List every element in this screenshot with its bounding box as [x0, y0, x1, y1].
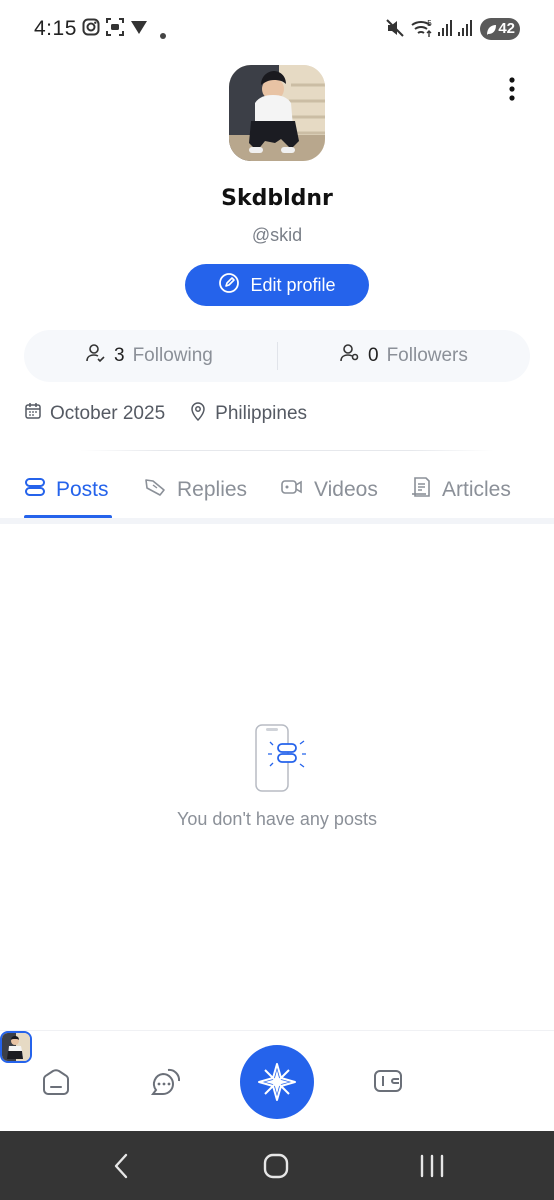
- screen-record-icon: [106, 18, 124, 41]
- status-bar: 4:15 5 42: [0, 0, 554, 60]
- recent-apps-icon[interactable]: [417, 1151, 447, 1181]
- followers-stat[interactable]: 0 Followers: [340, 330, 468, 382]
- follow-stats-card: 3 Following 0 Followers: [24, 330, 530, 382]
- stats-divider: [277, 342, 278, 370]
- calendar-icon: [24, 402, 42, 426]
- dot-icon: [160, 26, 166, 44]
- tab-articles-label: Articles: [442, 478, 511, 501]
- following-icon: [86, 343, 106, 369]
- replies-icon: [143, 476, 167, 504]
- tab-replies-label: Replies: [177, 478, 248, 501]
- edit-icon: [218, 272, 240, 299]
- profile-avatar[interactable]: [229, 65, 325, 161]
- battery-icon: 42: [480, 18, 520, 40]
- empty-posts-illustration: [250, 722, 310, 794]
- more-options-icon[interactable]: [500, 76, 524, 104]
- following-label: Following: [132, 345, 213, 366]
- tab-replies[interactable]: Replies: [143, 470, 247, 510]
- following-stat[interactable]: 3 Following: [86, 330, 213, 382]
- tabs-divider: [0, 518, 554, 524]
- location-text: Philippines: [215, 403, 308, 424]
- followers-icon: [340, 343, 360, 369]
- home-icon[interactable]: [40, 1065, 72, 1097]
- profile-meta: October 2025 Philippines: [24, 400, 307, 428]
- article-icon: [410, 476, 432, 504]
- followers-count: 0: [368, 345, 379, 366]
- wallet-icon[interactable]: [372, 1065, 404, 1097]
- empty-posts-message: You don't have any posts: [177, 809, 377, 829]
- edit-profile-label: Edit profile: [250, 274, 336, 295]
- location-icon: [189, 401, 207, 427]
- chat-icon[interactable]: [150, 1065, 182, 1097]
- home-button-icon[interactable]: [261, 1151, 291, 1181]
- compose-star-icon[interactable]: [240, 1045, 314, 1119]
- profile-avatar-nav[interactable]: [0, 1031, 32, 1063]
- signal-icon-2: [457, 18, 473, 43]
- edit-profile-button[interactable]: Edit profile: [185, 264, 369, 306]
- wifi-icon: 5: [410, 18, 434, 43]
- followers-label: Followers: [386, 345, 468, 366]
- bottom-navigation: [0, 1030, 554, 1130]
- back-icon[interactable]: [107, 1151, 137, 1181]
- joined-date: October 2025: [50, 403, 166, 424]
- tab-videos[interactable]: Videos: [280, 470, 378, 510]
- profile-tabs: Posts Replies Videos Articles: [0, 470, 554, 520]
- svg-text:5: 5: [427, 19, 432, 28]
- battery-saver-icon: [485, 22, 497, 44]
- tab-posts[interactable]: Posts: [24, 470, 109, 510]
- status-time: 4:15: [34, 17, 77, 40]
- video-icon: [280, 476, 304, 504]
- tab-articles[interactable]: Articles: [410, 470, 511, 510]
- posts-icon: [24, 476, 46, 504]
- vpn-icon: [130, 18, 148, 41]
- tab-videos-label: Videos: [314, 478, 378, 501]
- mute-icon: [385, 18, 405, 43]
- tab-posts-label: Posts: [56, 478, 109, 501]
- battery-level: 42: [498, 20, 515, 37]
- display-name: Skdbldnr: [221, 186, 333, 211]
- system-navigation-bar: [0, 1131, 554, 1200]
- section-separator: [80, 450, 494, 451]
- following-count: 3: [114, 345, 125, 366]
- instagram-icon: [82, 18, 100, 41]
- signal-icon: [437, 18, 453, 43]
- user-handle: @skid: [251, 225, 303, 245]
